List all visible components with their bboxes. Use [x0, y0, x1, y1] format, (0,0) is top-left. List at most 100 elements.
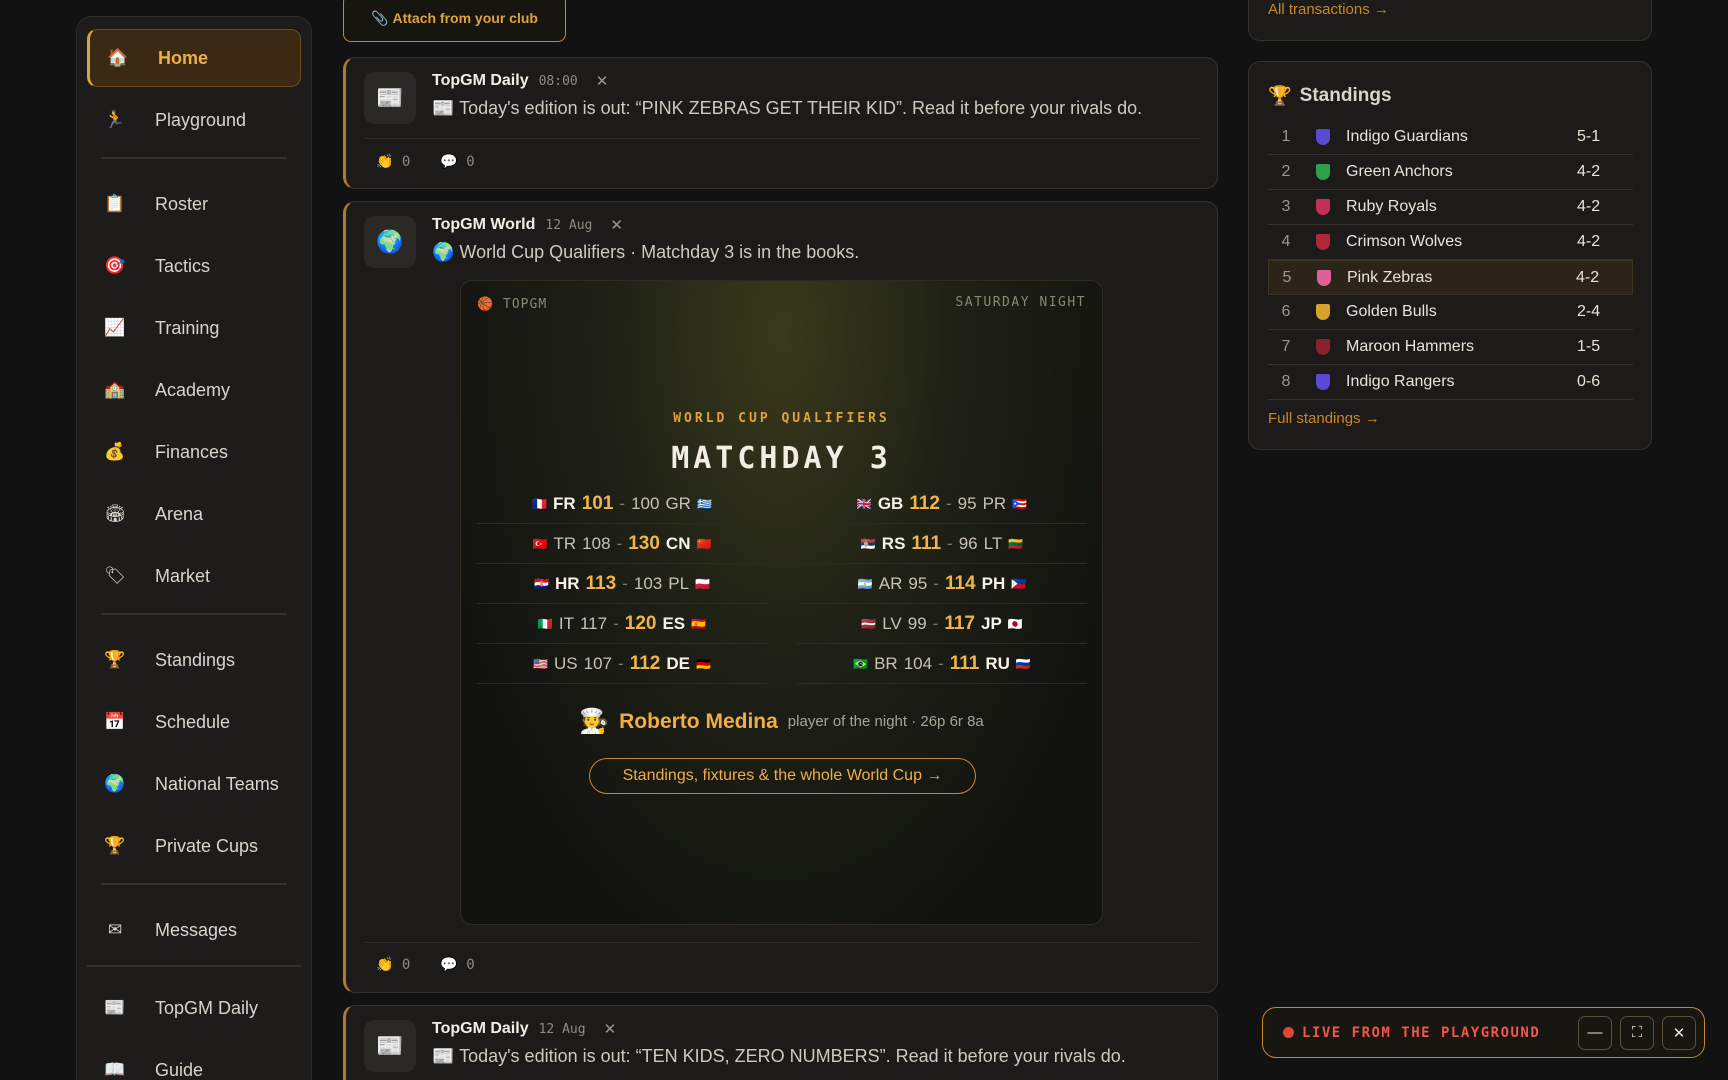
player-avatar-icon: 🧑‍🍳	[579, 708, 610, 735]
team-name[interactable]: Crimson Wolves	[1346, 233, 1577, 251]
team-name[interactable]: Indigo Rangers	[1346, 373, 1577, 391]
feed-post: 📰 TopGM Daily 12 Aug ✕ 📰 Today's edition…	[343, 1005, 1218, 1080]
game-row[interactable]: 🇧🇷 BR 104-111 RU 🇷🇺	[797, 644, 1087, 684]
sidebar-item-training[interactable]: 📈 Training	[87, 299, 301, 357]
score-separator: -	[945, 493, 952, 513]
sidebar-item-topgm-daily[interactable]: 📰 TopGM Daily	[87, 979, 301, 1037]
flag-icon: 🇵🇷	[1012, 496, 1028, 511]
sidebar-item-label: Finances	[155, 441, 229, 462]
flag-icon: 🇺🇸	[533, 656, 549, 671]
expand-button[interactable]: ⛶	[1620, 1015, 1654, 1050]
team-crest-icon	[1316, 164, 1330, 180]
close-icon[interactable]: ✕	[596, 72, 609, 90]
runner-icon: 🏃	[104, 110, 126, 129]
team-name[interactable]: Green Anchors	[1346, 163, 1577, 181]
sidebar-item-guide[interactable]: 📖 Guide	[87, 1041, 301, 1080]
sidebar-item-private-cups[interactable]: 🏆 Private Cups	[87, 817, 301, 875]
flag-icon: 🇱🇻	[861, 616, 877, 631]
team-name[interactable]: Indigo Guardians	[1346, 128, 1577, 146]
sidebar-item-standings[interactable]: 🏆 Standings	[87, 631, 301, 689]
flag-icon: 🇬🇷	[696, 496, 712, 511]
basketball-icon: 🏀	[477, 297, 495, 312]
minimize-icon: —	[1587, 1024, 1603, 1041]
sidebar-item-market[interactable]: 🏷 Market	[87, 547, 301, 605]
sidebar-item-schedule[interactable]: 📅 Schedule	[87, 693, 301, 751]
sidebar-item-academy[interactable]: 🏫 Academy	[87, 361, 301, 419]
standings-row[interactable]: 7 Maroon Hammers 1-5	[1268, 330, 1633, 365]
close-icon[interactable]: ✕	[604, 1020, 617, 1038]
matchday-card[interactable]: 🏀 TOPGM SATURDAY NIGHT WORLD CUP QUALIFI…	[460, 280, 1103, 925]
close-icon[interactable]: ✕	[610, 216, 623, 234]
comment-button[interactable]: 💬 0	[440, 154, 474, 170]
live-widget[interactable]: LIVE FROM THE PLAYGROUND — ⛶ ✕	[1262, 1007, 1705, 1058]
flag-icon: 🇩🇪	[695, 656, 711, 671]
clap-button[interactable]: 👏 0	[376, 957, 410, 973]
divider	[101, 883, 287, 885]
standings-row[interactable]: 5 Pink Zebras 4-2	[1268, 260, 1633, 295]
standings-row[interactable]: 3 Ruby Royals 4-2	[1268, 190, 1633, 225]
standings-table: 1 Indigo Guardians 5-1 2 Green Anchors 4-2 3 Ru…	[1268, 120, 1633, 400]
post-author[interactable]: TopGM Daily	[432, 72, 529, 90]
score-separator: -	[618, 653, 624, 673]
globe-icon: 🌍	[364, 216, 416, 268]
home-team: BR	[874, 653, 898, 673]
home-score: 95	[908, 573, 928, 593]
sidebar-item-label: TopGM Daily	[155, 997, 259, 1018]
post-author[interactable]: TopGM Daily	[432, 1020, 529, 1038]
standings-row[interactable]: 6 Golden Bulls 2-4	[1268, 295, 1633, 330]
team-crest-icon	[1317, 269, 1331, 286]
game-row[interactable]: 🇫🇷 FR 101-100 GR 🇬🇷	[477, 484, 767, 524]
sidebar-item-playground[interactable]: 🏃 Playground	[87, 91, 301, 149]
player-name[interactable]: Roberto Medina	[619, 710, 778, 734]
sidebar-item-label: Arena	[155, 503, 204, 524]
all-transactions-link[interactable]: All transactions →	[1268, 1, 1389, 18]
sidebar-item-national-teams[interactable]: 🌍 National Teams	[87, 755, 301, 813]
sidebar-item-messages[interactable]: ✉ Messages	[87, 901, 301, 959]
flag-icon: 🇧🇷	[853, 656, 869, 671]
standings-row[interactable]: 1 Indigo Guardians 5-1	[1268, 120, 1633, 155]
away-score: 112	[629, 652, 661, 674]
clap-button[interactable]: 👏 0	[376, 154, 410, 170]
close-button[interactable]: ✕	[1662, 1015, 1696, 1050]
home-score: 117	[579, 613, 608, 633]
game-row[interactable]: 🇹🇷 TR 108-130 CN 🇨🇳	[477, 524, 767, 564]
world-cup-button[interactable]: Standings, fixtures & the whole World Cu…	[589, 758, 976, 794]
score-separator: -	[938, 653, 944, 673]
rank: 6	[1281, 303, 1291, 320]
team-record: 4-2	[1577, 163, 1601, 180]
team-name[interactable]: Ruby Royals	[1346, 198, 1577, 216]
flag-icon: 🇭🇷	[534, 576, 549, 591]
standings-panel: 🏆 Standings 1 Indigo Guardians 5-1 2 Green A…	[1248, 61, 1652, 450]
game-row[interactable]: 🇮🇹 IT 117-120 ES 🇪🇸	[477, 604, 767, 644]
sidebar-item-roster[interactable]: 📋 Roster	[87, 175, 301, 233]
full-standings-link[interactable]: Full standings →	[1268, 410, 1380, 427]
sidebar-item-finances[interactable]: 💰 Finances	[87, 423, 301, 481]
sidebar-item-arena[interactable]: 🏟 Arena	[87, 485, 301, 543]
home-team: HR	[554, 573, 580, 593]
comment-button[interactable]: 💬 0	[440, 957, 474, 973]
standings-row[interactable]: 4 Crimson Wolves 4-2	[1268, 225, 1633, 260]
team-crest-icon	[1316, 304, 1330, 320]
team-name[interactable]: Golden Bulls	[1346, 303, 1577, 321]
away-team: PL	[668, 573, 690, 593]
game-row[interactable]: 🇱🇻 LV 99-117 JP 🇯🇵	[797, 604, 1087, 644]
sidebar-item-home[interactable]: 🏠 Home	[87, 29, 301, 87]
game-row[interactable]: 🇭🇷 HR 113-103 PL 🇵🇱	[477, 564, 767, 604]
standings-row[interactable]: 8 Indigo Rangers 0-6	[1268, 365, 1633, 400]
game-row[interactable]: 🇷🇸 RS 111-96 LT 🇱🇹	[797, 524, 1087, 564]
game-row[interactable]: 🇺🇸 US 107-112 DE 🇩🇪	[477, 644, 767, 684]
rank: 2	[1281, 163, 1291, 180]
sidebar-item-label: National Teams	[155, 773, 279, 794]
standings-row[interactable]: 2 Green Anchors 4-2	[1268, 155, 1633, 190]
minimize-button[interactable]: —	[1578, 1015, 1612, 1050]
game-row[interactable]: 🇬🇧 GB 112-95 PR 🇵🇷	[797, 484, 1087, 524]
team-name[interactable]: Maroon Hammers	[1346, 338, 1577, 356]
home-score: 107	[583, 653, 613, 673]
sidebar-item-tactics[interactable]: 🎯 Tactics	[87, 237, 301, 295]
game-row[interactable]: 🇦🇷 AR 95-114 PH 🇵🇭	[797, 564, 1087, 604]
post-author[interactable]: TopGM World	[432, 216, 535, 234]
team-name[interactable]: Pink Zebras	[1347, 269, 1576, 287]
attach-from-club-button[interactable]: 📎 Attach from your club	[343, 0, 566, 42]
home-team: IT	[558, 613, 574, 633]
divider	[101, 613, 287, 615]
